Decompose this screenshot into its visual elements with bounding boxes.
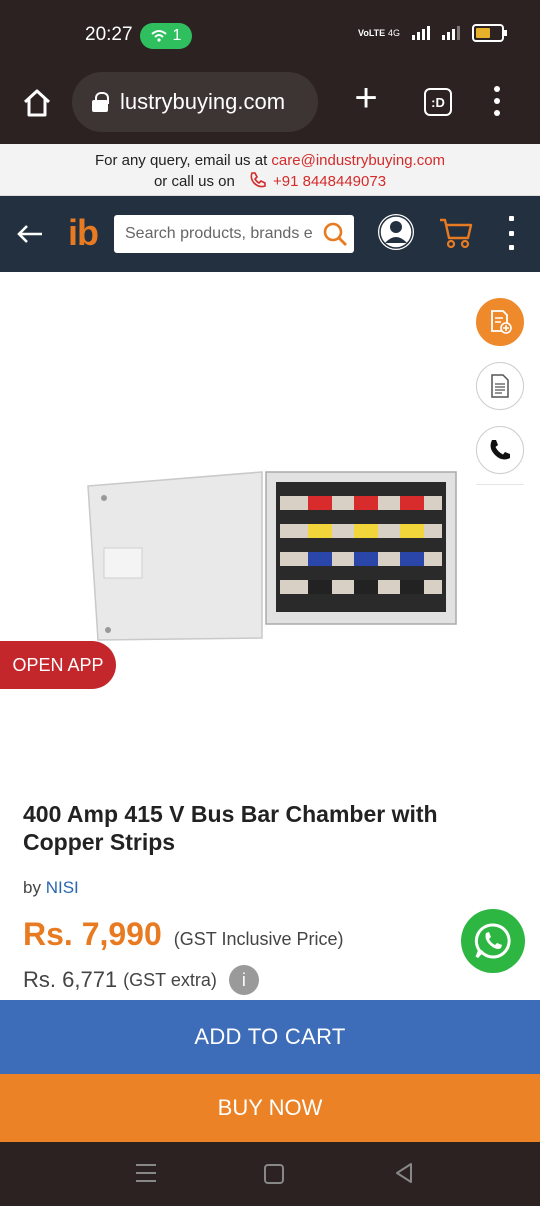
- search-icon[interactable]: [322, 221, 348, 247]
- brand-line: by NISI: [23, 878, 523, 898]
- signal-icon-2: [442, 26, 460, 40]
- brand-prefix: by: [23, 878, 46, 897]
- open-app-button[interactable]: OPEN APP: [0, 641, 116, 689]
- phone-prefix: or call us on: [153, 173, 235, 190]
- brand-link[interactable]: NISI: [46, 878, 79, 897]
- lock-icon: [92, 92, 109, 112]
- product-gallery: OPEN APP: [0, 272, 540, 782]
- datasheet-button[interactable]: [476, 362, 524, 410]
- info-icon[interactable]: i: [228, 965, 259, 995]
- price-exclusive-note: (GST extra): [123, 969, 217, 990]
- price-exclusive-line: Rs. 6,771 (GST extra) i: [23, 965, 523, 995]
- whatsapp-icon: [474, 923, 511, 959]
- request-quote-button[interactable]: [476, 298, 524, 346]
- logo-b: b: [77, 212, 99, 253]
- volte-label: VoLTE: [357, 27, 386, 38]
- price-line: Rs. 7,990 (GST Inclusive Price): [23, 916, 523, 953]
- battery-icon: [472, 24, 507, 42]
- add-to-cart-button[interactable]: ADD TO CART: [0, 1000, 540, 1074]
- new-tab-icon[interactable]: +: [350, 78, 382, 118]
- search-placeholder: Search products, brands e: [125, 225, 313, 242]
- document-icon: [491, 374, 509, 398]
- call-button[interactable]: [476, 426, 524, 474]
- phone-link[interactable]: +91 8448449073: [273, 173, 386, 190]
- browser-toolbar: lustrybuying.com + :D: [0, 72, 540, 144]
- browser-menu-icon[interactable]: [494, 86, 502, 116]
- site-logo[interactable]: ib: [68, 212, 99, 254]
- side-divider: [476, 484, 524, 485]
- product-info: 400 Amp 415 V Bus Bar Chamber with Coppe…: [23, 800, 523, 995]
- status-bar: 20:27 1 VoLTE 4G: [0, 0, 540, 72]
- email-link[interactable]: care@industrybuying.com: [271, 152, 445, 169]
- back-nav-icon[interactable]: [394, 1162, 414, 1184]
- status-indicators: VoLTE 4G: [357, 24, 507, 42]
- phone-icon: [250, 172, 266, 188]
- contact-banner: For any query, email us at care@industry…: [0, 144, 540, 196]
- back-arrow-icon[interactable]: [14, 218, 46, 250]
- search-input[interactable]: Search products, brands e: [114, 215, 354, 253]
- price-exclusive: Rs. 6,771: [23, 967, 118, 992]
- wifi-icon: [150, 30, 167, 42]
- url-text: lustrybuying.com: [120, 89, 286, 114]
- product-title: 400 Amp 415 V Bus Bar Chamber with Coppe…: [23, 801, 438, 855]
- product-image[interactable]: [84, 468, 460, 648]
- home-nav-icon[interactable]: [264, 1164, 284, 1184]
- whatsapp-button[interactable]: [461, 909, 525, 973]
- quote-icon: [491, 310, 512, 334]
- recents-icon[interactable]: [136, 1164, 156, 1182]
- price-inclusive: Rs. 7,990: [23, 916, 162, 952]
- user-account-icon[interactable]: [377, 213, 415, 251]
- wifi-hotspot-badge: 1: [140, 23, 192, 49]
- status-time: 20:27: [85, 24, 133, 45]
- site-menu-icon[interactable]: [509, 216, 515, 250]
- wifi-count: 1: [172, 27, 182, 44]
- system-nav-bar: [0, 1142, 540, 1206]
- signal-icon: [412, 26, 430, 40]
- buy-now-button[interactable]: BUY NOW: [0, 1074, 540, 1142]
- logo-i: i: [68, 212, 78, 253]
- email-prefix: For any query, email us at: [94, 152, 272, 169]
- tab-switcher-button[interactable]: :D: [424, 88, 452, 116]
- side-actions: [476, 298, 526, 485]
- phone-icon: [490, 440, 510, 460]
- site-header: ib Search products, brands e: [0, 196, 540, 272]
- home-icon[interactable]: [20, 86, 54, 120]
- url-bar[interactable]: lustrybuying.com: [72, 72, 318, 132]
- network-label: 4G: [387, 28, 400, 38]
- price-inclusive-note: (GST Inclusive Price): [173, 929, 344, 949]
- cart-icon[interactable]: [438, 216, 474, 250]
